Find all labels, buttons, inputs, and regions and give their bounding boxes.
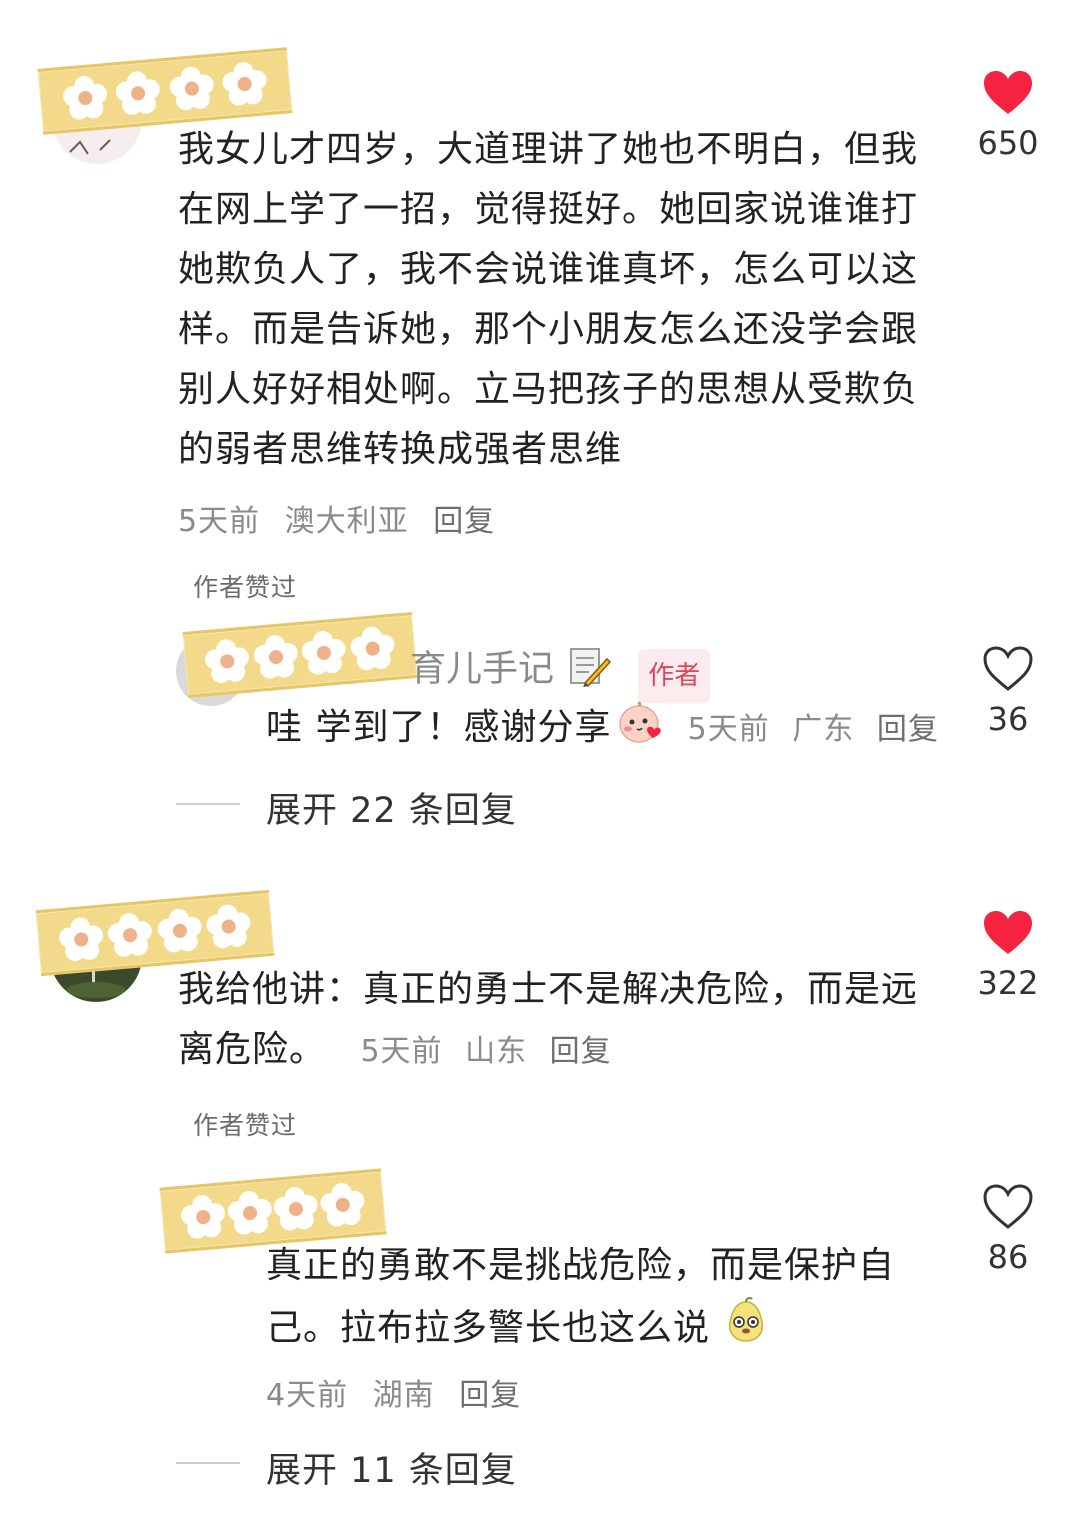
reply-username[interactable]: 育儿手记 <box>410 649 554 690</box>
flower-icon <box>349 625 397 673</box>
comment-time: 5天前 <box>360 1034 443 1069</box>
like-count: 86 <box>987 1238 1029 1276</box>
flower-icon <box>168 65 216 113</box>
reply-button[interactable]: 回复 <box>459 1378 521 1413</box>
flower-icon <box>180 1193 228 1241</box>
reply-body: 哇 学到了！感谢分享 5天前 广东 回复 <box>266 698 951 758</box>
like-count: 322 <box>977 964 1039 1002</box>
flower-icon <box>61 74 109 122</box>
reply-meta: 5天前 广东 回复 <box>688 712 951 747</box>
reply-time: 5天前 <box>687 712 770 747</box>
author-liked-tag: 作者赞过 <box>193 573 298 602</box>
decorative-washi-tape <box>182 612 418 698</box>
author-badge: 作者 <box>638 649 711 703</box>
flower-icon <box>300 629 348 677</box>
comment-time: 5天前 <box>178 504 261 539</box>
reply-location: 广东 <box>792 712 855 747</box>
flower-icon <box>226 1189 274 1237</box>
comment-location: 山东 <box>465 1034 528 1069</box>
divider <box>176 803 240 805</box>
reply-location: 湖南 <box>372 1378 435 1413</box>
flower-icon <box>221 60 269 108</box>
flower-icon <box>115 69 163 117</box>
flower-icon <box>272 1185 320 1233</box>
like-count: 650 <box>977 124 1039 162</box>
flower-icon <box>107 911 155 959</box>
heart-outline-icon <box>983 1184 1033 1229</box>
expand-replies-button[interactable]: 展开 11 条回复 <box>266 1442 517 1493</box>
author-liked-tag: 作者赞过 <box>193 1111 298 1140</box>
heart-filled-icon <box>984 911 1032 954</box>
reply-time: 4天前 <box>266 1378 349 1413</box>
comment-meta: 5天前 澳大利亚 回复 <box>178 496 509 540</box>
comment-body: 我给他讲：真正的勇士不是解决危险，而是远离危险。 5天前 山东 回复 <box>178 960 918 1082</box>
reply-header: 育儿手记 作者 <box>410 645 711 703</box>
flower-icon <box>205 903 253 951</box>
like-button[interactable]: 86 <box>963 1184 1053 1276</box>
reply-button[interactable]: 回复 <box>433 504 495 539</box>
reply-text[interactable]: 哇 学到了！感谢分享 <box>266 707 611 748</box>
like-button[interactable]: 650 <box>963 70 1053 162</box>
reply-button[interactable]: 回复 <box>550 1034 612 1069</box>
pear-face-icon <box>722 1296 770 1363</box>
heart-filled-icon <box>984 71 1032 114</box>
flower-icon <box>156 907 204 955</box>
flower-icon <box>319 1181 367 1229</box>
flower-icon <box>252 633 300 681</box>
heart-outline-icon <box>983 646 1033 691</box>
reply-text[interactable]: 真正的勇敢不是挑战危险，而是保护自己。拉布拉多警长也这么说 <box>266 1245 895 1349</box>
reply-body: 真正的勇敢不是挑战危险，而是保护自己。拉布拉多警长也这么说 <box>266 1236 916 1363</box>
comment-text[interactable]: 我女儿才四岁，大道理讲了她也不明白，但我在网上学了一招，觉得挺好。她回家说谁谁打… <box>178 120 918 480</box>
like-button[interactable]: 322 <box>963 910 1053 1002</box>
comment-location: 澳大利亚 <box>284 504 409 539</box>
divider <box>176 1462 240 1464</box>
reply-button[interactable]: 回复 <box>877 712 939 747</box>
blushing-face-heart-icon <box>617 698 665 771</box>
like-count: 36 <box>987 700 1029 738</box>
reply-meta: 4天前 湖南 回复 <box>266 1370 535 1414</box>
like-button[interactable]: 36 <box>963 646 1053 738</box>
expand-replies-button[interactable]: 展开 22 条回复 <box>266 782 517 833</box>
comment-meta: 5天前 山东 回复 <box>360 1034 623 1069</box>
flower-icon <box>204 638 252 686</box>
flower-icon <box>57 916 105 964</box>
